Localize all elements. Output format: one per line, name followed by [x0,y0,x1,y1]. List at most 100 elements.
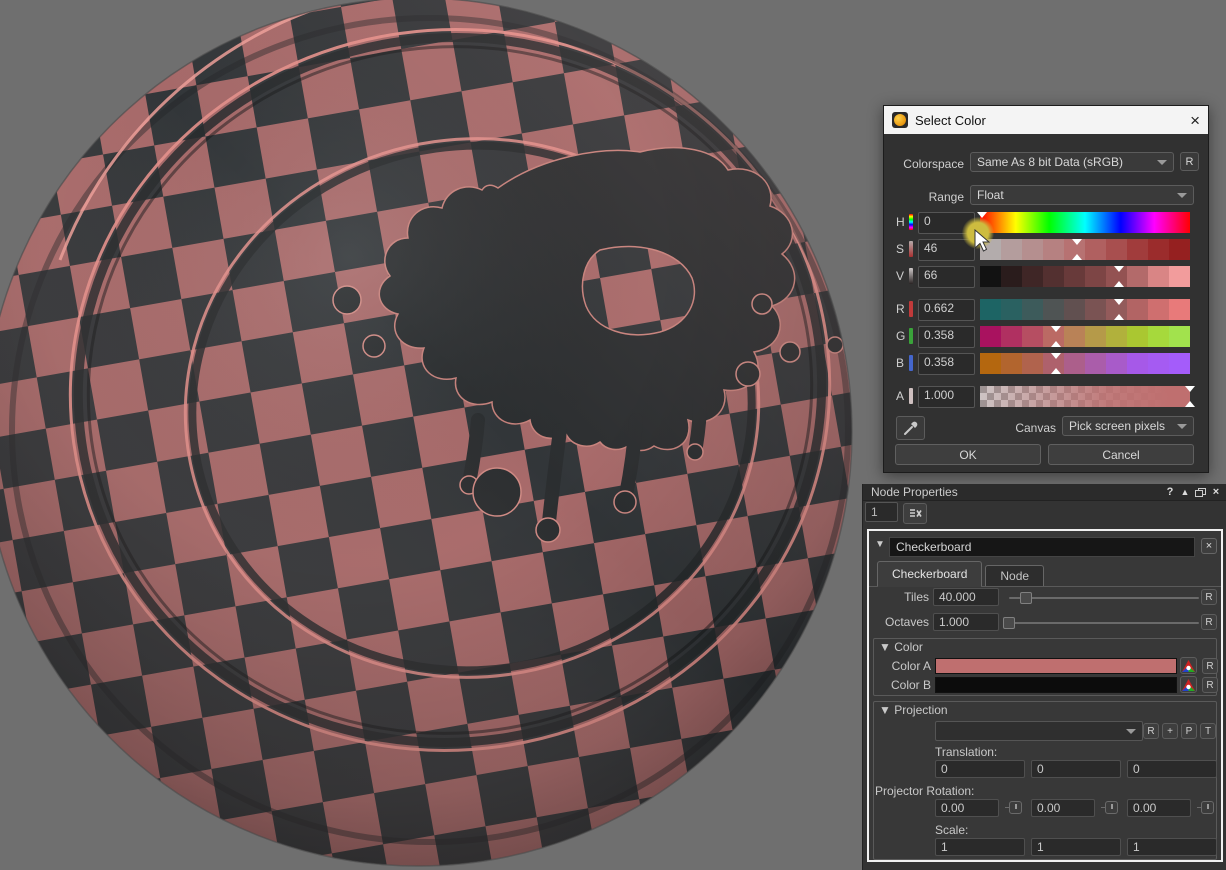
slider-marker-icon[interactable] [1051,368,1061,374]
rotation-z-field[interactable]: 0.00 [1127,799,1191,817]
close-icon[interactable]: × [1210,486,1222,498]
octaves-slider-handle[interactable] [1003,617,1015,629]
restore-window-icon[interactable] [1195,488,1205,497]
tab-node[interactable]: Node [985,565,1044,586]
slider-marker-icon[interactable] [1072,254,1082,260]
chevron-down-icon [1177,424,1187,429]
select-color-dialog: Select Color × Colorspace Same As 8 bit … [883,105,1209,473]
slider-marker-icon[interactable] [1051,353,1061,359]
cancel-button[interactable]: Cancel [1048,444,1194,465]
rotation-y-dial[interactable] [1105,801,1118,814]
saturation-slider-row: S 46 [884,239,1208,260]
color-b-swatch[interactable] [935,677,1177,693]
slider-marker-icon[interactable] [1114,299,1124,305]
tiles-label: Tiles [871,590,929,604]
slider-marker-icon[interactable] [1185,386,1195,392]
value-channel-icon [909,268,913,284]
translation-label: Translation: [935,745,997,759]
scale-label: Scale: [935,823,968,837]
octaves-reset-button[interactable]: R [1201,614,1217,630]
translation-y-field[interactable]: 0 [1031,760,1121,778]
projection-p-button[interactable]: P [1181,723,1197,739]
tiles-slider[interactable] [1009,597,1199,599]
rotation-row: 0.00 0.00 0.00 [869,799,1221,819]
color-group-label: Color [894,640,923,654]
slider-marker-icon[interactable] [1051,326,1061,332]
max-panels-field[interactable]: 1 [865,502,898,522]
eyedropper-button[interactable] [896,416,925,440]
tiles-slider-handle[interactable] [1020,592,1032,604]
node-name-field[interactable]: Checkerboard [889,537,1195,557]
colorspace-reset-button[interactable]: R [1180,152,1199,171]
alpha-slider-row: A 1.000 [884,386,1208,407]
checkerboard-node-panel: ▼ Checkerboard × Checkerboard Node Tiles… [867,529,1223,862]
red-slider-bar[interactable] [980,299,1190,320]
help-icon[interactable]: ? [1164,486,1176,498]
blue-slider-bar[interactable] [980,353,1190,374]
slider-marker-icon[interactable] [1114,266,1124,272]
alpha-value-field[interactable]: 1.000 [918,386,975,408]
collapse-icon[interactable]: ▼ [879,640,891,654]
slider-marker-icon[interactable] [1072,239,1082,245]
red-value-field[interactable]: 0.662 [918,299,975,321]
mouse-cursor [974,229,990,252]
saturation-slider-bar[interactable] [980,239,1190,260]
projection-add-button[interactable]: + [1162,723,1178,739]
octaves-slider[interactable] [1009,622,1199,624]
slider-marker-icon[interactable] [1185,401,1195,407]
rotation-z-dial[interactable] [1201,801,1214,814]
color-a-reset-button[interactable]: R [1202,658,1218,674]
blue-channel-icon [909,355,913,371]
node-properties-header[interactable]: Node Properties ? ▲ × [863,484,1226,501]
canvas-label: Canvas [980,421,1056,435]
close-node-icon[interactable]: × [1201,538,1217,554]
color-a-picker-button[interactable] [1180,657,1197,674]
color-b-picker-button[interactable] [1180,676,1197,693]
projection-t-button[interactable]: T [1200,723,1216,739]
green-slider-row: G 0.358 [884,326,1208,347]
slider-marker-icon[interactable] [1114,281,1124,287]
float-panel-icon[interactable]: ▲ [1179,487,1191,497]
scale-x-field[interactable]: 1 [935,838,1025,856]
color-group-header[interactable]: ▼ Color [879,640,923,654]
rotation-y-field[interactable]: 0.00 [1031,799,1095,817]
blue-value-field[interactable]: 0.358 [918,353,975,375]
slider-marker-icon[interactable] [1051,341,1061,347]
green-slider-bar[interactable] [980,326,1190,347]
blue-slider-row: B 0.358 [884,353,1208,374]
canvas-dropdown[interactable]: Pick screen pixels [1062,416,1194,436]
colorspace-dropdown[interactable]: Same As 8 bit Data (sRGB) [970,152,1174,172]
octaves-row: Octaves 1.000 R [869,613,1221,633]
scale-z-field[interactable]: 1 [1127,838,1217,856]
collapse-node-icon[interactable]: ▼ [875,539,885,550]
green-value-field[interactable]: 0.358 [918,326,975,348]
tab-checkerboard[interactable]: Checkerboard [877,561,982,586]
value-slider-bar[interactable] [980,266,1190,287]
projection-group-header[interactable]: ▼ Projection [879,703,948,717]
octaves-label: Octaves [871,615,929,629]
rotation-x-dial[interactable] [1009,801,1022,814]
collapse-icon[interactable]: ▼ [879,703,891,717]
tiles-reset-button[interactable]: R [1201,589,1217,605]
projection-axis-dropdown[interactable] [935,721,1143,741]
saturation-label: S [896,242,908,256]
projection-reset-button[interactable]: R [1143,723,1159,739]
ok-button[interactable]: OK [895,444,1041,465]
range-dropdown[interactable]: Float [970,185,1194,205]
color-a-swatch[interactable] [935,658,1177,674]
projector-rotation-label: Projector Rotation: [875,784,974,798]
rotation-x-field[interactable]: 0.00 [935,799,999,817]
value-value-field[interactable]: 66 [918,266,975,288]
slider-marker-icon[interactable] [1114,314,1124,320]
dialog-titlebar[interactable]: Select Color × [884,106,1208,134]
close-all-panels-button[interactable] [903,503,927,524]
alpha-slider-bar[interactable] [980,386,1190,407]
translation-z-field[interactable]: 0 [1127,760,1217,778]
scale-y-field[interactable]: 1 [1031,838,1121,856]
close-icon[interactable]: × [1190,112,1200,129]
color-b-reset-button[interactable]: R [1202,677,1218,693]
octaves-field[interactable]: 1.000 [933,613,999,631]
hue-slider-bar[interactable] [980,212,1190,233]
translation-x-field[interactable]: 0 [935,760,1025,778]
tiles-field[interactable]: 40.000 [933,588,999,606]
